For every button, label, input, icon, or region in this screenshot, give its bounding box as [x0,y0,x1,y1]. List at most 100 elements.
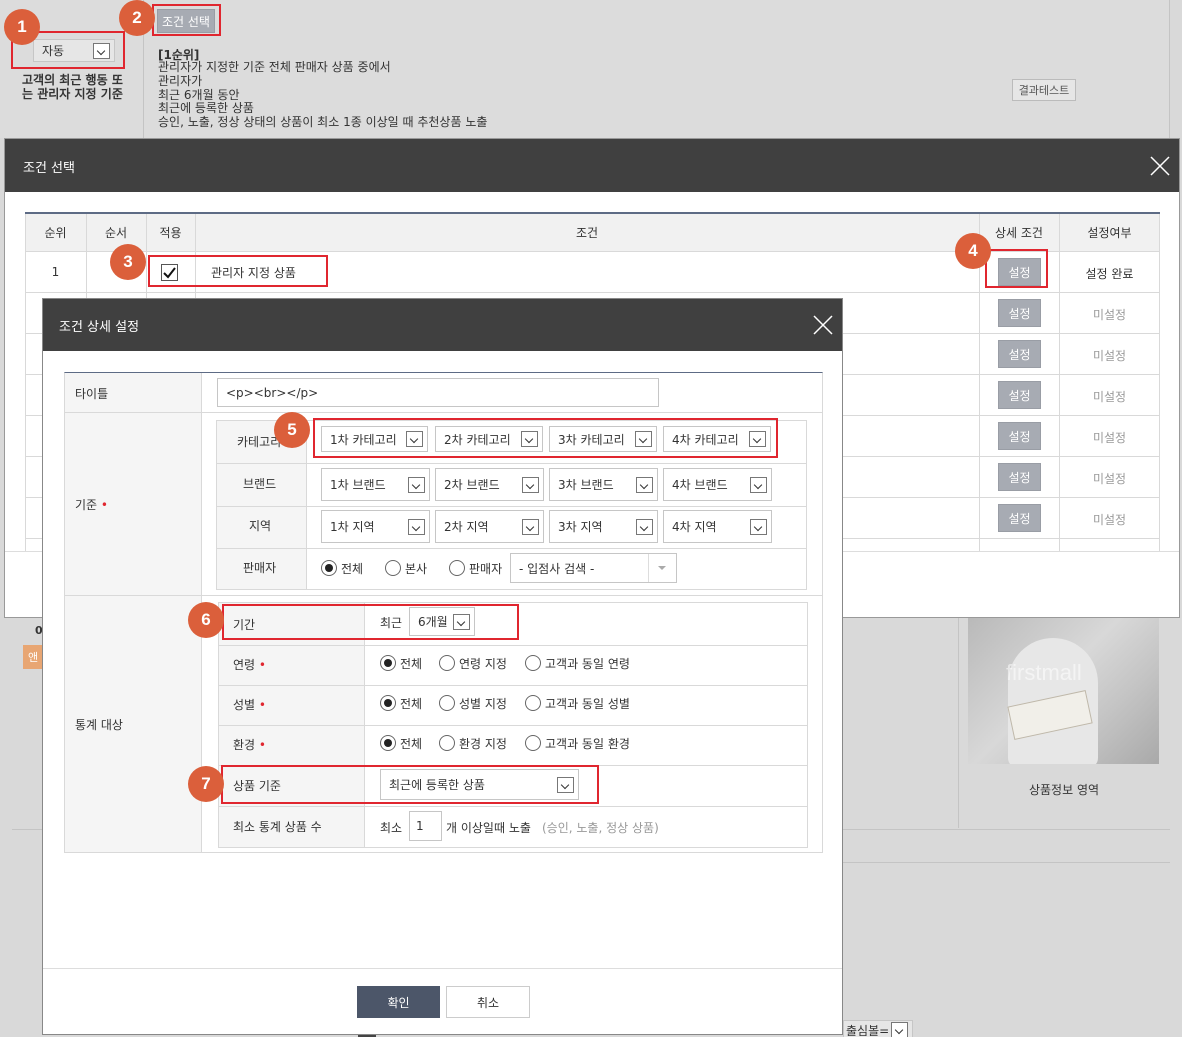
gender-label: 성별 • [233,696,266,713]
product-info-label: 상품정보 영역 [1028,783,1100,797]
seller-radio-all[interactable] [321,560,337,576]
table-header-rank: 순위 [44,226,67,240]
partial-left-button[interactable]: 앤 [23,645,43,669]
close-icon[interactable] [1150,156,1170,176]
close-icon[interactable] [813,315,833,335]
env-radio-all[interactable] [380,735,396,751]
gender-radio-same[interactable] [525,695,541,711]
highlight-box-3 [148,255,328,287]
region-select-2-value: 2차 지역 [444,520,489,534]
background-divider [843,862,1170,863]
rank-description: 관리자가 지정한 기준 전체 판매자 상품 중에서 관리자가 최근 6개월 동안… [158,60,487,130]
row-rank: 1 [51,265,60,279]
result-test-button[interactable]: 결과테스트 [1012,79,1076,101]
required-mark: • [255,658,266,672]
brand-select-1-value: 1차 브랜드 [330,478,386,492]
age-radio-same[interactable] [525,655,541,671]
age-radio-all[interactable] [380,655,396,671]
brand-select-2[interactable]: 2차 브랜드 [435,468,544,501]
detail-modal-title: 조건 상세 설정 [59,320,140,335]
env-radio-all-label: 전체 [400,737,423,751]
step-badge-7: 7 [188,766,224,802]
chevron-down-icon [522,476,539,493]
detail-modal-header: 조건 상세 설정 [43,299,842,351]
brand-select-3-value: 3차 브랜드 [558,478,614,492]
brand-select-3[interactable]: 3차 브랜드 [549,468,658,501]
env-radio-custom[interactable] [439,735,455,751]
age-radio-custom-label: 연령 지정 [459,657,507,671]
row-divider [217,506,806,507]
age-radio-same-label: 고객과 동일 연령 [545,657,630,671]
table-header-order: 순서 [104,226,128,240]
brand-select-4-value: 4차 브랜드 [672,478,728,492]
detail-set-button[interactable]: 설정 [998,340,1041,368]
brand-select-1[interactable]: 1차 브랜드 [321,468,430,501]
partial-bottom-select[interactable]: 출심볼= [843,1020,913,1037]
min-count-input[interactable]: 1 [409,811,442,841]
title-input[interactable]: <p><br></p> [217,378,659,407]
region-select-3[interactable]: 3차 지역 [549,510,658,543]
region-select-3-value: 3차 지역 [558,520,603,534]
title-label: 타이틀 [75,387,109,401]
row-status: 미설정 [1092,431,1127,445]
detail-set-button[interactable]: 설정 [998,381,1041,409]
gender-radio-same-label: 고객과 동일 성별 [545,697,630,711]
confirm-button[interactable]: 확인 [357,986,440,1018]
seller-search-divider [648,554,649,582]
region-select-4[interactable]: 4차 지역 [663,510,772,543]
seller-label: 판매자 [243,561,277,575]
region-select-4-value: 4차 지역 [672,520,717,534]
age-label: 연령 • [233,656,266,673]
table-header-apply: 적용 [159,226,182,240]
chevron-down-icon [891,1022,908,1037]
chevron-down-icon [408,518,425,535]
chevron-down-icon [408,476,425,493]
chevron-down-icon [750,518,767,535]
row-divider [219,685,807,686]
product-info-divider [958,618,959,828]
row-divider [217,548,806,549]
gender-radio-all-label: 전체 [400,697,423,711]
env-radio-same-label: 고객과 동일 환경 [545,737,630,751]
rank-line: 관리자가 지정한 기준 전체 판매자 상품 중에서 [158,60,391,74]
seller-radio-hq[interactable] [385,560,401,576]
criteria-label: 기준 • [75,496,108,513]
criteria-label-text: 기준 [75,498,98,512]
region-select-2[interactable]: 2차 지역 [435,510,544,543]
row-divider [219,806,807,807]
chevron-down-icon [636,476,653,493]
row-status: 미설정 [1092,472,1127,486]
region-select-1[interactable]: 1차 지역 [321,510,430,543]
detail-modal: 조건 상세 설정 타이틀 <p><br></p> 기준 • 통계 대상 카테고리… [42,298,843,1035]
detail-set-button[interactable]: 설정 [998,422,1041,450]
env-radio-custom-label: 환경 지정 [459,737,507,751]
seller-radio-seller[interactable] [449,560,465,576]
min-note: (승인, 노출, 정상 상품) [542,821,659,835]
gender-radio-custom[interactable] [439,695,455,711]
brand-select-4[interactable]: 4차 브랜드 [663,468,772,501]
required-mark: • [255,738,266,752]
rank-line: 관리자가 [158,73,203,88]
product-image: firstmall [968,618,1159,764]
condition-modal-title: 조건 선택 [23,161,75,176]
detail-set-button[interactable]: 설정 [998,504,1041,532]
detail-modal-footer [43,968,842,1034]
gender-radio-all[interactable] [380,695,396,711]
seller-search-select[interactable]: - 입점사 검색 - [510,553,677,583]
image-watermark: firstmall [1006,660,1082,685]
step-badge-5: 5 [274,412,310,448]
required-mark: • [255,698,266,712]
age-label-text: 연령 [233,658,256,672]
rank-line: 최근 6개월 동안 [158,87,240,102]
detail-set-button[interactable]: 설정 [998,463,1041,491]
row-divider [219,725,807,726]
cancel-button[interactable]: 취소 [446,986,530,1018]
step-badge-4: 4 [955,233,991,269]
row-divider [217,463,806,464]
detail-set-button[interactable]: 설정 [998,299,1041,327]
age-radio-custom[interactable] [439,655,455,671]
gender-radio-custom-label: 성별 지정 [459,697,507,711]
row-divider [65,595,822,596]
env-radio-same[interactable] [525,735,541,751]
seller-radio-all-label: 전체 [341,562,364,576]
